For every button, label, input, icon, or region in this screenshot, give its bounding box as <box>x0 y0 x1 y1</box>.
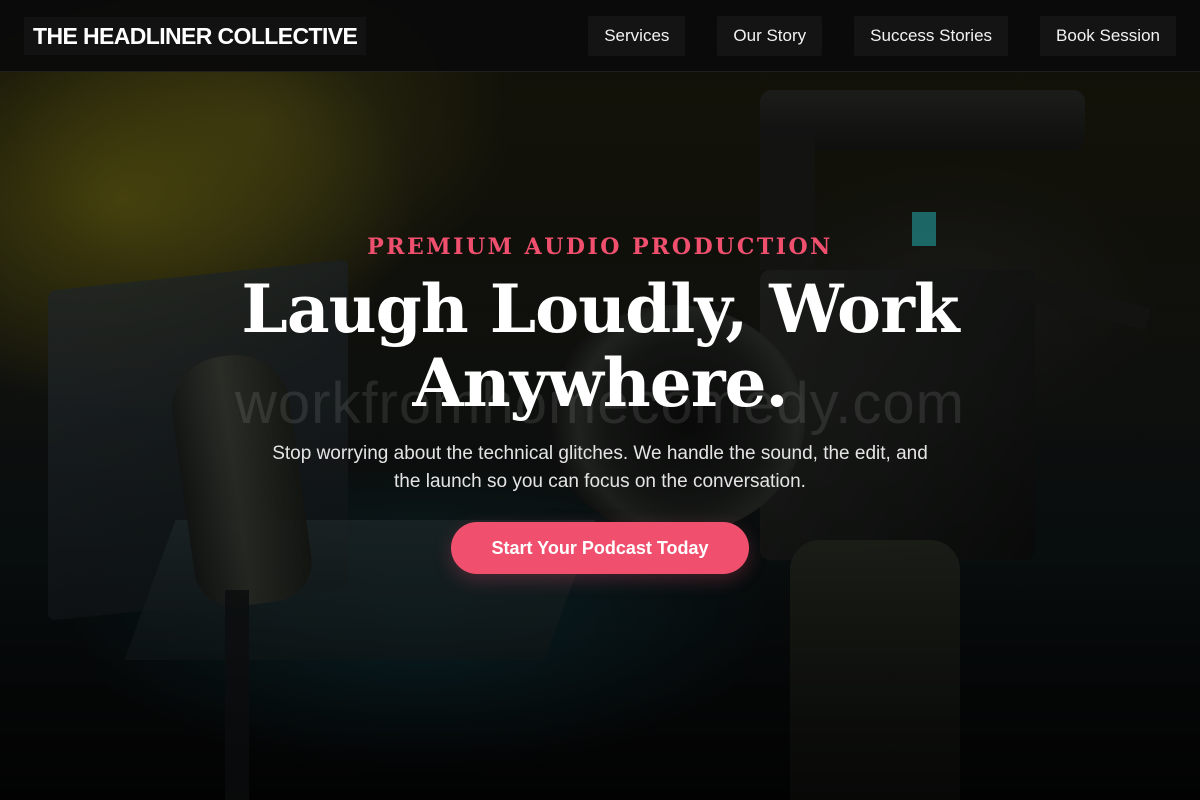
nav-item-services[interactable]: Services <box>588 16 686 56</box>
start-podcast-button[interactable]: Start Your Podcast Today <box>451 522 749 574</box>
hero-eyebrow: PREMIUM AUDIO PRODUCTION <box>367 234 833 260</box>
brand-logo[interactable]: THE HEADLINER COLLECTIVE <box>24 17 367 55</box>
nav-item-our-story[interactable]: Our Story <box>717 16 823 56</box>
headline-line-1: Laugh Loudly, Work <box>241 270 959 348</box>
nav-item-book-session[interactable]: Book Session <box>1040 16 1176 56</box>
hero-headline: Laugh Loudly, Work Anywhere. <box>150 272 1050 420</box>
nav-item-success-stories[interactable]: Success Stories <box>854 16 1009 56</box>
site-header: THE HEADLINER COLLECTIVE Services Our St… <box>0 0 1200 72</box>
hero-subtext: Stop worrying about the technical glitch… <box>272 443 928 492</box>
landing-page: workfromhomecomedy.com THE HEADLINER COL… <box>0 0 1200 800</box>
headline-line-2: Anywhere. <box>412 344 788 422</box>
main-nav: Services Our Story Success Stories Book … <box>588 16 1176 56</box>
hero-section: PREMIUM AUDIO PRODUCTION Laugh Loudly, W… <box>150 230 1050 574</box>
